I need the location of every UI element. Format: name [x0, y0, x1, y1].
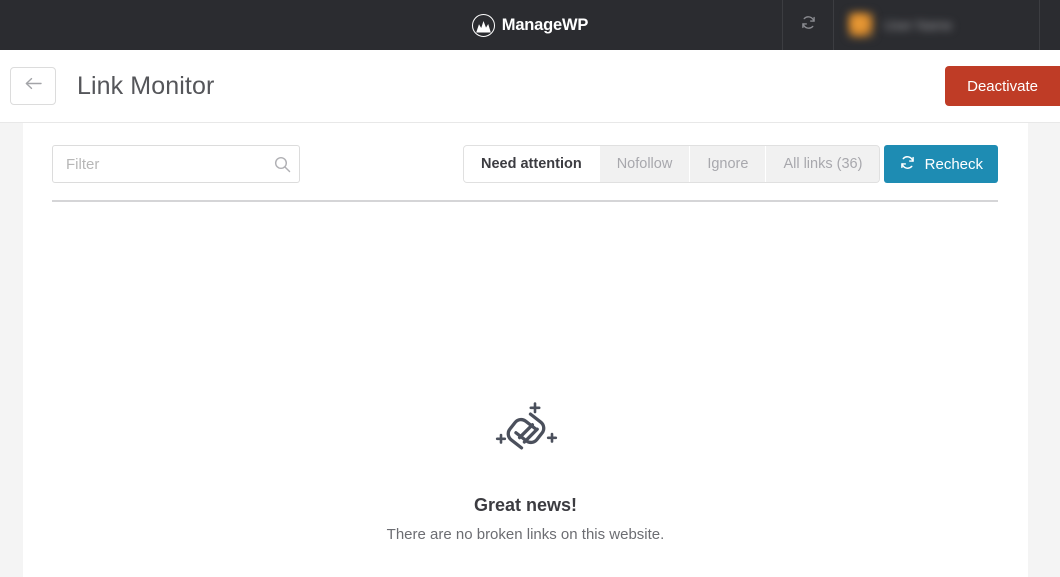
link-filter-tabs: Need attention Nofollow Ignore All links…: [463, 145, 880, 183]
top-navigation-bar: ManageWP User Name: [0, 0, 1060, 50]
broken-chain-link-icon: [23, 393, 1028, 469]
topbar-user-name: User Name: [884, 18, 952, 33]
empty-state: Great news! There are no broken links on…: [23, 393, 1028, 543]
deactivate-button[interactable]: Deactivate: [945, 66, 1060, 106]
managewp-circle-logo-icon: [472, 14, 495, 37]
tab-all-links[interactable]: All links (36): [766, 146, 879, 182]
panel-toolbar: Need attention Nofollow Ignore All links…: [23, 123, 1028, 201]
back-button[interactable]: [10, 67, 56, 105]
refresh-icon: [800, 14, 817, 36]
tab-nofollow[interactable]: Nofollow: [600, 146, 691, 182]
tab-ignore[interactable]: Ignore: [690, 146, 766, 182]
content-area: Need attention Nofollow Ignore All links…: [0, 123, 1060, 577]
refresh-icon: [899, 154, 916, 175]
avatar: [848, 12, 874, 38]
empty-state-subtitle: There are no broken links on this websit…: [23, 526, 1028, 543]
toolbar-divider: [52, 200, 998, 202]
search-icon[interactable]: [265, 155, 299, 174]
topbar-user-menu[interactable]: User Name: [834, 0, 1040, 50]
filter-field-wrapper: [52, 145, 300, 183]
tab-need-attention[interactable]: Need attention: [464, 146, 600, 182]
topbar-sync-button[interactable]: [782, 0, 834, 50]
search-input[interactable]: [53, 146, 265, 182]
link-monitor-panel: Need attention Nofollow Ignore All links…: [23, 123, 1028, 577]
empty-state-title: Great news!: [23, 495, 1028, 516]
recheck-label: Recheck: [925, 156, 983, 173]
arrow-left-icon: [24, 76, 43, 96]
brand-name: ManageWP: [502, 16, 588, 35]
recheck-button[interactable]: Recheck: [884, 145, 998, 183]
topbar-right-cluster: User Name: [782, 0, 1060, 50]
page-header: Link Monitor Deactivate: [0, 50, 1060, 123]
page-title: Link Monitor: [77, 72, 214, 101]
topbar-right-edge: [1040, 0, 1060, 50]
